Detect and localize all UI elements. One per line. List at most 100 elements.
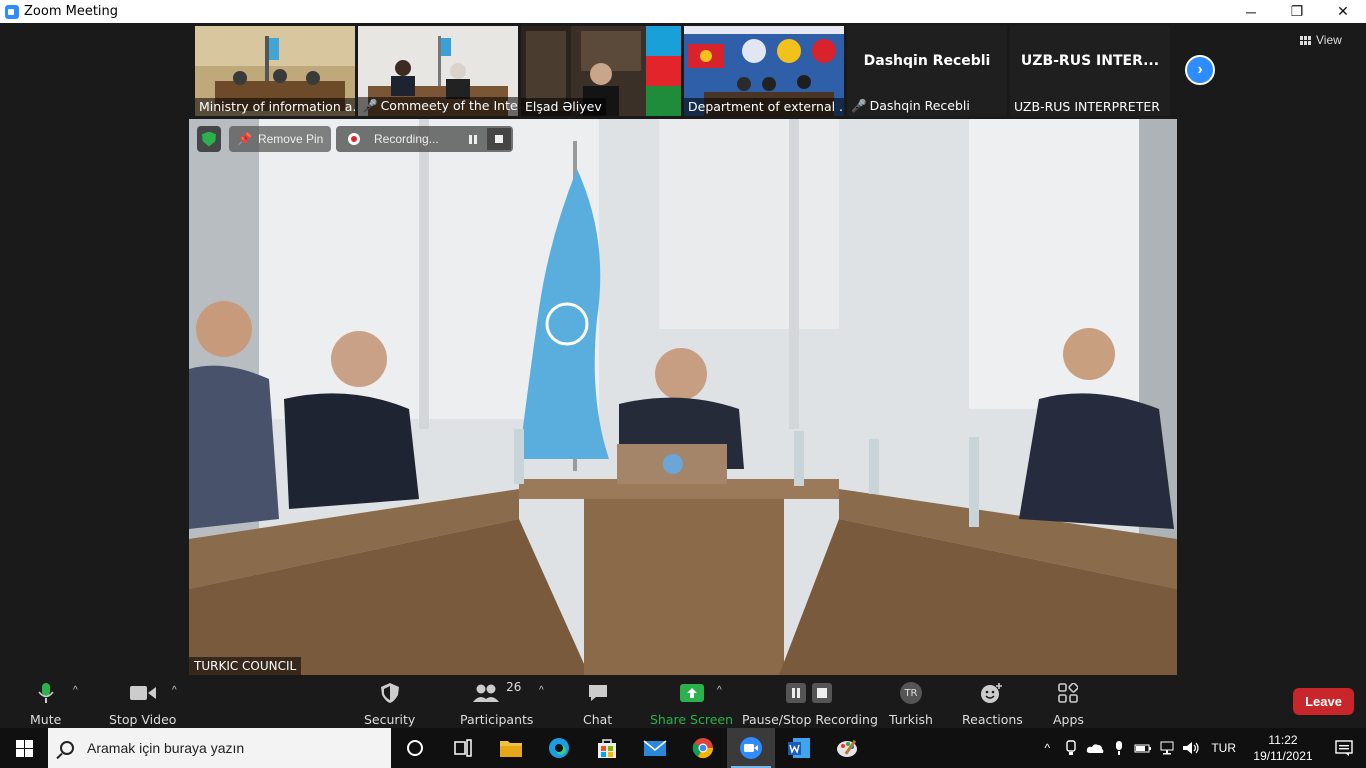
palette-icon [837,739,857,757]
cortana-circle-icon [407,740,423,756]
video-options-chevron-icon[interactable]: ^ [172,685,177,696]
participant-tile[interactable]: Elşad Əliyev [521,26,681,116]
video-camera-icon [129,681,156,705]
reactions-button[interactable]: Reactions [962,681,1023,727]
conference-room-image [189,119,1177,675]
microphone-icon [38,681,54,705]
zoom-camera-icon [740,737,762,759]
zoom-app[interactable] [727,728,775,768]
battery-icon[interactable] [1131,742,1155,754]
meeting-toolbar: Mute ^ Stop Video ^ Security 26 Particip… [0,676,1366,728]
stop-recording-button[interactable] [487,128,511,150]
view-button[interactable]: View [1300,33,1342,47]
security-button[interactable]: Security [364,681,415,727]
window-titlebar: Zoom Meeting ─ ❐ ✕ [0,0,1366,23]
taskbar-search[interactable]: Aramak için buraya yazın [48,728,391,768]
participant-tile[interactable]: UZB-RUS INTER... UZB-RUS INTERPRETER [1010,26,1170,116]
file-explorer-app[interactable] [487,728,535,768]
edge-icon [549,738,569,758]
show-hidden-icons-chevron-icon[interactable]: ^ [1035,741,1059,755]
start-button[interactable] [0,728,48,768]
close-button[interactable]: ✕ [1320,0,1366,23]
participant-display-name: Dashqin Recebli [863,53,991,69]
webcam-icon[interactable] [1059,740,1083,756]
word-icon [788,738,810,758]
stop-video-label: Stop Video [109,712,177,727]
store-bag-icon [598,739,616,758]
participants-count: 26 [506,680,522,694]
input-language[interactable]: TUR [1211,741,1236,755]
volume-icon[interactable] [1179,741,1203,755]
chrome-app[interactable] [679,728,727,768]
muted-mic-icon: 🎤 [851,98,867,113]
pause-icon [469,134,477,144]
remove-pin-label: Remove Pin [257,132,324,146]
recording-indicator: Recording... [336,126,513,152]
mail-app[interactable] [631,728,679,768]
participants-button[interactable]: 26 Participants [460,680,533,727]
window-title: Zoom Meeting [24,4,119,19]
meeting-security-badge[interactable] [197,126,221,152]
windows-logo-icon [15,739,33,757]
active-speaker-video[interactable]: 📌 Remove Pin Recording... TURKIC COUNCIL [189,119,1177,675]
active-speaker-name: TURKIC COUNCIL [189,657,302,675]
shield-icon [202,131,216,147]
stop-video-button[interactable]: Stop Video [109,681,176,727]
interpretation-button[interactable]: TR Turkish [889,681,933,727]
pause-stop-recording-button[interactable]: Pause/Stop Recording [742,681,878,727]
video-filmstrip: Ministry of information a... 🎤 Commeety o… [195,26,1170,116]
apps-button[interactable]: Apps [1053,681,1084,727]
window-controls: ─ ❐ ✕ [1228,0,1366,23]
word-app[interactable] [775,728,823,768]
participant-tile[interactable]: Dashqin Recebli 🎤 Dashqin Recebli [847,26,1007,116]
cortana-button[interactable] [391,728,439,768]
participants-options-chevron-icon[interactable]: ^ [539,685,544,696]
muted-mic-icon: 🎤 [362,98,378,113]
chat-bubble-icon [587,681,609,705]
apps-label: Apps [1053,712,1084,727]
pause-recording-button[interactable] [461,128,485,150]
pin-icon: 📌 [237,132,252,146]
chrome-icon [692,738,714,759]
security-shield-icon [380,681,400,705]
share-options-chevron-icon[interactable]: ^ [717,685,722,696]
leave-meeting-button[interactable]: Leave [1293,688,1354,715]
notifications-icon[interactable] [1322,740,1366,756]
participant-name-label: 🎤 Dashqin Recebli [851,98,970,113]
recording-label: Recording... [374,132,439,146]
participant-display-name: UZB-RUS INTER... [1020,53,1160,69]
network-icon[interactable] [1155,741,1179,755]
edge-browser-app[interactable] [535,728,583,768]
share-screen-label: Share Screen [650,712,734,727]
stop-icon [495,135,503,143]
chat-button[interactable]: Chat [583,681,612,727]
security-label: Security [364,712,416,727]
store-app[interactable] [583,728,631,768]
audio-options-chevron-icon[interactable]: ^ [73,685,78,696]
grid-view-icon [1300,35,1311,45]
participant-name-label: 🎤 Commeety of the Inte... [358,97,518,116]
paint-app[interactable] [823,728,871,768]
mute-button[interactable]: Mute [30,681,61,727]
participant-tile[interactable]: 🎤 Commeety of the Inte... [358,26,518,116]
search-placeholder: Aramak için buraya yazın [87,740,245,756]
onedrive-cloud-icon[interactable] [1083,742,1107,754]
recording-controls-label: Pause/Stop Recording [742,712,878,727]
language-badge-icon: TR [899,681,922,705]
remove-pin-button[interactable]: 📌 Remove Pin [229,126,332,152]
microphone-tray-icon[interactable] [1107,740,1131,756]
view-label: View [1316,33,1342,47]
folder-icon [500,741,522,757]
clock-time: 11:22 [1268,733,1298,747]
chat-label: Chat [583,712,613,727]
minimize-button[interactable]: ─ [1228,0,1274,23]
clock[interactable]: 11:22 19/11/2021 [1244,732,1322,764]
meeting-stage: Ministry of information a... 🎤 Commeety o… [0,23,1366,676]
restore-button[interactable]: ❐ [1274,0,1320,23]
task-view-button[interactable] [439,728,487,768]
interpretation-label: Turkish [889,712,933,727]
participant-tile[interactable]: Ministry of information a... [195,26,355,116]
reactions-label: Reactions [962,712,1023,727]
participant-tile[interactable]: Department of external ... [684,26,844,116]
filmstrip-next-button[interactable]: › [1185,55,1215,85]
